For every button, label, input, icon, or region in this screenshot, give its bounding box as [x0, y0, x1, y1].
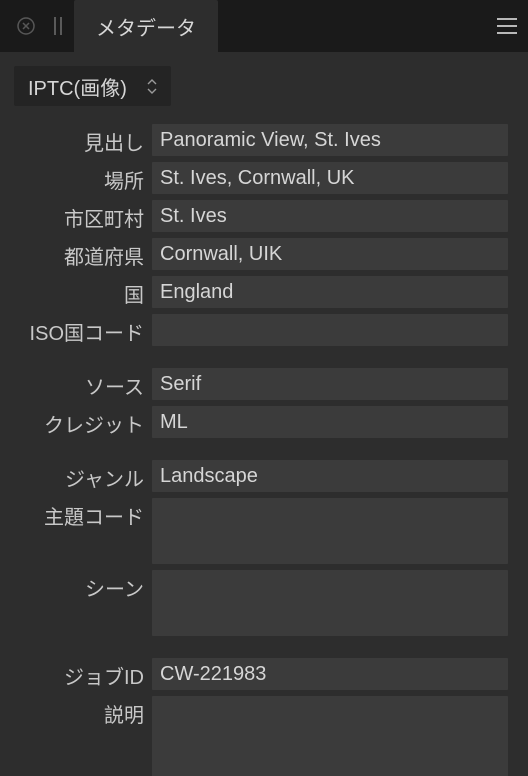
country-field[interactable] [152, 276, 508, 308]
hamburger-icon [497, 18, 517, 34]
state-label: 都道府県 [8, 238, 144, 270]
credit-field[interactable] [152, 406, 508, 438]
job-id-field[interactable] [152, 658, 508, 690]
location-field[interactable] [152, 162, 508, 194]
genre-label: ジャンル [8, 460, 144, 492]
source-field[interactable] [152, 368, 508, 400]
description-field[interactable] [152, 696, 508, 776]
city-label: 市区町村 [8, 200, 144, 232]
headline-label: 見出し [8, 124, 144, 156]
location-label: 場所 [8, 162, 144, 194]
description-label: 説明 [8, 696, 144, 776]
state-field[interactable] [152, 238, 508, 270]
subject-code-label: 主題コード [8, 498, 144, 564]
country-label: 国 [8, 276, 144, 308]
city-field[interactable] [152, 200, 508, 232]
tab-metadata[interactable]: メタデータ [74, 0, 218, 52]
panel-body: IPTC(画像) 見出し 場所 市区町村 都道府県 国 ISO国コード ソース … [0, 52, 528, 776]
headline-field[interactable] [152, 124, 508, 156]
credit-label: クレジット [8, 406, 144, 438]
dropdown-selected-label: IPTC(画像) [28, 72, 127, 101]
source-label: ソース [8, 368, 144, 400]
drag-handle-icon [54, 17, 62, 35]
job-id-label: ジョブID [8, 658, 144, 690]
scene-label: シーン [8, 570, 144, 636]
metadata-panel: メタデータ IPTC(画像) 見出し 場所 市区町村 都道府県 [0, 0, 528, 776]
iso-country-code-field[interactable] [152, 314, 508, 346]
scene-field[interactable] [152, 570, 508, 636]
subject-code-field[interactable] [152, 498, 508, 564]
iso-country-code-label: ISO国コード [8, 314, 144, 346]
panel-menu-button[interactable] [486, 0, 528, 52]
close-button[interactable] [10, 0, 42, 52]
panel-titlebar: メタデータ [0, 0, 528, 52]
metadata-form: 見出し 場所 市区町村 都道府県 国 ISO国コード ソース クレジット ジャン… [8, 124, 514, 776]
tab-label: メタデータ [96, 12, 196, 41]
metadata-preset-select[interactable]: IPTC(画像) [14, 66, 171, 106]
close-icon [17, 17, 35, 35]
genre-field[interactable] [152, 460, 508, 492]
drag-handle[interactable] [48, 0, 68, 52]
chevron-updown-icon [147, 79, 157, 94]
